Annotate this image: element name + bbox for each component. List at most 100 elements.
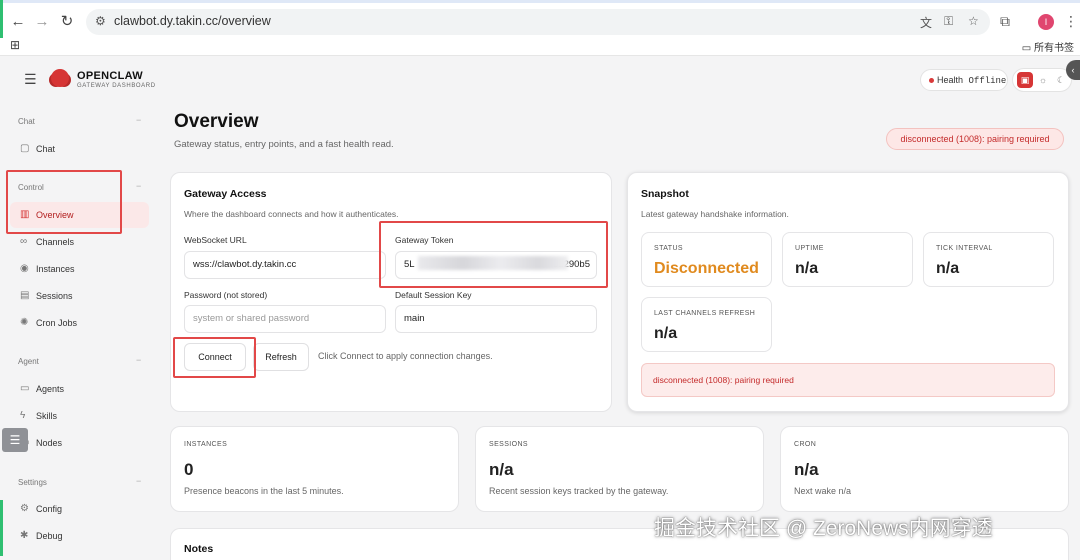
connect-button[interactable]: Connect — [184, 343, 246, 371]
cron-value: n/a — [794, 460, 819, 479]
instances-label: INSTANCES — [184, 441, 228, 448]
sidebar-item-sessions[interactable]: ▤ Sessions — [10, 283, 149, 309]
bug-icon: ✱ — [20, 530, 29, 541]
sessions-label: SESSIONS — [489, 441, 528, 448]
extensions-icon[interactable]: ⧉ — [1000, 13, 1010, 30]
last-refresh-value: n/a — [654, 325, 678, 342]
uptime-tile: UPTIME n/a — [782, 232, 913, 287]
page-subtitle: Gateway status, entry points, and a fast… — [174, 139, 394, 150]
sidebar-item-instances[interactable]: ◉ Instances — [10, 256, 149, 282]
collapse-chat-icon[interactable]: − — [136, 115, 141, 125]
url-text: clawbot.dy.takin.cc/overview — [114, 14, 271, 28]
sidebar-item-agents[interactable]: ▭ Agents — [10, 376, 149, 402]
sidebar: Chat − ▢ Chat Control − ▥ Overview ∞ Cha… — [0, 102, 160, 560]
sidebar-item-channels[interactable]: ∞ Channels — [10, 229, 149, 255]
reload-icon[interactable]: ↻ — [57, 12, 77, 32]
translate-icon[interactable]: 文 — [920, 14, 932, 31]
websocket-url-input[interactable]: wss://clawbot.dy.takin.cc — [184, 251, 386, 279]
tick-interval-label: TICK INTERVAL — [936, 245, 993, 252]
uptime-label: UPTIME — [795, 245, 824, 252]
collapse-agent-icon[interactable]: − — [136, 355, 141, 365]
health-status-pill: Health Offline — [920, 69, 1008, 91]
sidebar-group-chat[interactable]: Chat — [18, 117, 35, 126]
radio-icon: ◉ — [20, 263, 29, 274]
light-theme-icon[interactable]: ☼ — [1035, 72, 1051, 88]
sidebar-item-label: Overview — [36, 210, 74, 220]
connect-hint: Click Connect to apply connection change… — [318, 351, 493, 361]
password-input[interactable]: system or shared password — [184, 305, 386, 333]
sidebar-group-control[interactable]: Control — [18, 183, 44, 192]
apps-grid-icon[interactable]: ⊞ — [10, 38, 20, 52]
password-label: Password (not stored) — [184, 290, 268, 300]
bar-chart-icon: ▥ — [20, 209, 30, 220]
password-key-icon[interactable]: ⚿ — [944, 14, 953, 29]
health-dot-icon — [929, 78, 934, 83]
folder-icon: ▭ — [1021, 43, 1032, 54]
refresh-button[interactable]: Refresh — [253, 343, 309, 371]
system-theme-icon[interactable]: ▣ — [1017, 72, 1033, 88]
more-menu-icon[interactable]: ⋮ — [1064, 13, 1078, 30]
sidebar-group-settings[interactable]: Settings — [18, 478, 47, 487]
sidebar-group-agent[interactable]: Agent — [18, 357, 39, 366]
all-bookmarks-folder[interactable]: ▭ 所有书签 — [1022, 39, 1074, 54]
sidebar-item-cron-jobs[interactable]: ✺ Cron Jobs — [10, 310, 149, 336]
sidebar-item-skills[interactable]: ϟ Skills — [10, 403, 149, 429]
site-info-icon[interactable]: ⚙ — [95, 14, 106, 28]
gateway-access-title: Gateway Access — [184, 188, 267, 200]
theme-switcher: ▣ ☼ ☾ — [1012, 68, 1072, 92]
instances-value: 0 — [184, 460, 194, 479]
status-value: Disconnected — [654, 260, 759, 277]
snapshot-error-banner: disconnected (1008): pairing required — [641, 363, 1055, 397]
sessions-desc: Recent session keys tracked by the gatew… — [489, 486, 669, 496]
bookmark-folder-label: 所有书签 — [1034, 43, 1074, 54]
floating-toolbar-icon[interactable]: ☰ — [2, 428, 28, 452]
forward-arrow-icon[interactable]: → — [32, 12, 52, 32]
bolt-icon: ϟ — [20, 410, 26, 421]
sidebar-item-label: Chat — [36, 144, 56, 154]
sidebar-item-overview[interactable]: ▥ Overview — [10, 202, 149, 228]
folder-icon: ▭ — [20, 383, 30, 394]
health-value: Offline — [968, 76, 1007, 86]
sidebar-item-label: Nodes — [36, 438, 63, 448]
gear-icon: ⚙ — [20, 503, 29, 514]
watermark: 掘金技术社区 @ ZeroNews内网穿透 — [654, 517, 993, 540]
status-label: STATUS — [654, 245, 683, 252]
bookmark-bar: ⊞ ▭ 所有书签 — [0, 38, 1080, 56]
session-key-input[interactable]: main — [395, 305, 597, 333]
sidebar-item-label: Config — [36, 504, 63, 514]
link-icon: ∞ — [20, 236, 28, 247]
connection-error-pill: disconnected (1008): pairing required — [886, 128, 1064, 150]
bookmark-star-icon[interactable]: ☆ — [968, 14, 979, 28]
app-header: ☰ OPENCLAW GATEWAY DASHBOARD Health Offl… — [0, 56, 1080, 102]
sidebar-item-label: Skills — [36, 411, 58, 421]
sidebar-item-config[interactable]: ⚙ Config — [10, 496, 149, 522]
back-arrow-icon[interactable]: ← — [8, 12, 28, 32]
sidebar-item-label: Agents — [36, 384, 65, 394]
loader-icon: ✺ — [20, 317, 29, 328]
sidebar-item-label: Debug — [36, 531, 63, 541]
address-bar[interactable]: ⚙ clawbot.dy.takin.cc/overview 文 ⚿ ☆ — [86, 9, 990, 35]
gateway-token-label: Gateway Token — [395, 235, 454, 245]
collapse-control-icon[interactable]: − — [136, 181, 141, 191]
sidebar-item-label: Instances — [36, 264, 75, 274]
brand-subtitle: GATEWAY DASHBOARD — [77, 83, 156, 89]
page-title: Overview — [174, 111, 259, 132]
token-prefix: 5L — [404, 259, 415, 270]
sessions-value: n/a — [489, 460, 514, 479]
collapse-settings-icon[interactable]: − — [136, 476, 141, 486]
status-tile: STATUS Disconnected — [641, 232, 772, 287]
sidebar-item-chat[interactable]: ▢ Chat — [10, 136, 149, 162]
cron-card — [780, 426, 1069, 512]
hamburger-menu-icon[interactable]: ☰ — [24, 71, 37, 88]
sidebar-item-label: Sessions — [36, 291, 73, 301]
last-refresh-label: LAST CHANNELS REFRESH — [654, 310, 756, 317]
session-key-label: Default Session Key — [395, 290, 472, 300]
profile-avatar[interactable]: I — [1038, 14, 1054, 30]
sidebar-item-nodes[interactable]: ▭ Nodes — [10, 430, 149, 456]
document-icon: ▤ — [20, 290, 30, 301]
notes-title: Notes — [184, 543, 214, 555]
sessions-card — [475, 426, 764, 512]
collapse-panel-icon[interactable]: ‹ — [1066, 60, 1080, 80]
sidebar-item-debug[interactable]: ✱ Debug — [10, 523, 149, 549]
browser-toolbar: ← → ↻ ⚙ clawbot.dy.takin.cc/overview 文 ⚿… — [0, 0, 1080, 38]
